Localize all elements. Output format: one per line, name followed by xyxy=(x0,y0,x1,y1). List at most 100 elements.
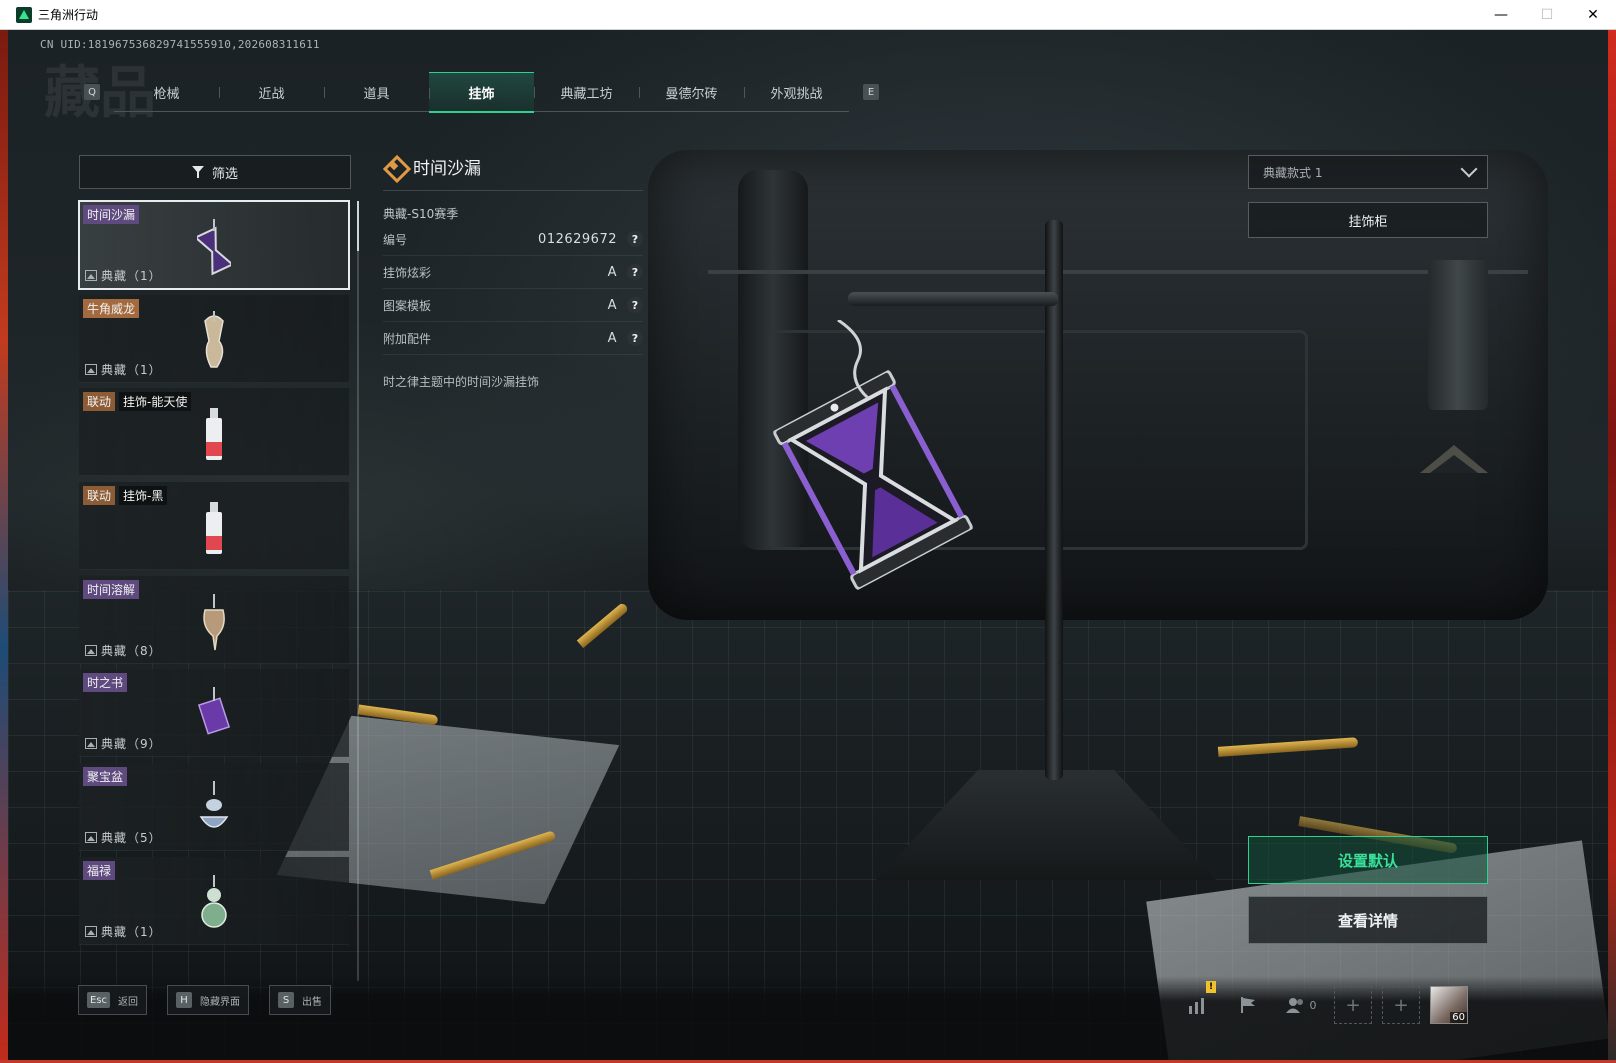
item-tag: 福禄 xyxy=(83,860,116,880)
filter-icon xyxy=(191,166,204,178)
window-title: 三角洲行动 xyxy=(38,8,99,22)
detail-header: 时间沙漏 xyxy=(383,148,643,184)
key-label: 返回 xyxy=(118,996,139,1008)
list-scrollbar-track[interactable] xyxy=(357,201,359,981)
key-cap: H xyxy=(176,992,193,1008)
style-select-value: 典藏款式 1 xyxy=(1263,165,1323,180)
image-icon xyxy=(85,738,97,750)
help-icon[interactable]: ? xyxy=(627,264,643,280)
display-stand-arm xyxy=(848,292,1058,306)
detail-row-pattern: 图案模板 A ? xyxy=(383,289,643,322)
item-tag-row: 时间溶解 xyxy=(83,579,140,599)
list-scrollbar-thumb[interactable] xyxy=(357,201,359,251)
stats-icon[interactable]: ! xyxy=(1178,981,1218,1025)
help-icon[interactable]: ? xyxy=(627,231,643,247)
charm-list-item[interactable]: 福禄 典藏（1） xyxy=(79,856,349,945)
charm-detail-panel: 时间沙漏 典藏-S10赛季 编号 012629672 ? 挂饰炫彩 A ? 图案… xyxy=(383,148,643,390)
item-tag: 时间溶解 xyxy=(83,579,140,599)
charm-thumbnail-icon xyxy=(197,685,231,745)
row-label: 编号 xyxy=(383,232,408,247)
bottom-key-hints: Esc 返回 H 隐藏界面 S 出售 xyxy=(78,985,332,1015)
social-tray: ! 0 + + 60 xyxy=(1178,981,1468,1025)
hourglass-charm-model[interactable] xyxy=(758,320,988,600)
charm-list-item[interactable]: 时间沙漏典藏（1） xyxy=(78,200,350,290)
case-latch xyxy=(1428,260,1488,410)
item-tag-row: 时间沙漏 xyxy=(83,205,140,224)
category-tabs: 枪械 近战 道具 挂饰 典藏工坊 曼德尔砖 外观挑战 xyxy=(114,72,849,113)
row-value: A xyxy=(607,264,617,280)
row-value: A xyxy=(607,330,617,346)
friends-button[interactable]: 0 xyxy=(1278,997,1324,1013)
category-tabbar: Q 枪械 近战 道具 挂饰 典藏工坊 曼德尔砖 外观挑战 E xyxy=(84,72,879,113)
item-tag: 联动 xyxy=(83,486,116,506)
filter-button[interactable]: 筛选 xyxy=(79,155,351,189)
item-footer: 典藏（1） xyxy=(85,361,162,378)
next-tab-key-hint[interactable]: E xyxy=(863,84,879,100)
minimize-button[interactable]: — xyxy=(1478,0,1524,30)
item-collection-count: 典藏（1） xyxy=(101,269,162,283)
charm-list-item[interactable]: 时间溶解典藏（8） xyxy=(79,575,349,664)
item-collection-count: 典藏（8） xyxy=(101,643,162,658)
item-collection-count: 典藏（5） xyxy=(101,831,162,846)
item-footer: 典藏（9） xyxy=(85,735,162,752)
tab-melee[interactable]: 近战 xyxy=(219,72,324,112)
detail-season: 典藏-S10赛季 xyxy=(383,207,459,221)
style-variant-select[interactable]: 典藏款式 1 xyxy=(1248,155,1488,189)
key-label: 隐藏界面 xyxy=(200,996,241,1008)
app-logo-icon xyxy=(16,6,32,23)
warning-badge: ! xyxy=(1206,981,1216,993)
row-value: A xyxy=(607,297,617,313)
item-tag-row: 时之书 xyxy=(83,673,128,693)
party-slot-1[interactable]: + xyxy=(1334,986,1372,1024)
case-seam xyxy=(708,270,1528,274)
item-footer: 典藏（1） xyxy=(85,267,162,284)
detail-description: 时之律主题中的时间沙漏挂饰 xyxy=(383,375,540,389)
rarity-diamond-icon xyxy=(383,155,405,177)
item-tag-row: 福禄 xyxy=(83,860,116,880)
tab-mandel-brick[interactable]: 曼德尔砖 xyxy=(639,72,744,112)
help-icon[interactable]: ? xyxy=(627,330,643,346)
window-titlebar: 三角洲行动 — ☐ ✕ xyxy=(0,0,1616,30)
close-button[interactable]: ✕ xyxy=(1570,0,1616,30)
row-value: 012629672 xyxy=(538,231,617,247)
detail-title: 时间沙漏 xyxy=(413,158,481,179)
tab-appearance-challenge[interactable]: 外观挑战 xyxy=(744,72,849,112)
charm-list-item[interactable]: 联动 挂饰-能天使 xyxy=(79,388,349,477)
item-tag: 牛角威龙 xyxy=(83,298,140,318)
item-tag-row: 联动 挂饰-能天使 xyxy=(83,392,192,412)
flag-icon[interactable] xyxy=(1228,985,1268,1025)
charm-list-item[interactable]: 时之书典藏（9） xyxy=(79,669,349,758)
item-tag: 挂饰-黑 xyxy=(119,486,168,506)
charm-thumbnail-icon xyxy=(197,498,231,558)
key-cap: S xyxy=(278,992,295,1008)
charm-list-item[interactable]: 联动 挂饰-黑 xyxy=(79,482,349,571)
prev-tab-key-hint[interactable]: Q xyxy=(84,84,100,100)
player-avatar[interactable]: 60 xyxy=(1430,986,1468,1024)
friends-icon xyxy=(1285,998,1303,1013)
view-details-button[interactable]: 查看详情 xyxy=(1248,896,1488,944)
tab-props[interactable]: 道具 xyxy=(324,72,429,112)
item-tag: 挂饰-能天使 xyxy=(119,392,192,412)
back-key-button[interactable]: Esc 返回 xyxy=(78,985,148,1015)
maximize-button[interactable]: ☐ xyxy=(1524,0,1570,30)
tab-charms[interactable]: 挂饰 xyxy=(429,72,534,113)
tab-guns[interactable]: 枪械 xyxy=(114,72,219,112)
key-label: 出售 xyxy=(302,996,323,1008)
hide-ui-key-button[interactable]: H 隐藏界面 xyxy=(167,985,250,1015)
help-icon[interactable]: ? xyxy=(627,297,643,313)
charm-cabinet-button[interactable]: 挂饰柜 xyxy=(1248,202,1488,238)
detail-row-serial: 编号 012629672 ? xyxy=(383,223,643,256)
sell-key-button[interactable]: S 出售 xyxy=(269,985,332,1015)
set-default-button[interactable]: 设置默认 xyxy=(1248,836,1488,884)
item-tag: 时间沙漏 xyxy=(83,205,140,224)
charm-list-item[interactable]: 聚宝盆典藏（5） xyxy=(79,763,349,852)
item-tag: 联动 xyxy=(83,392,116,412)
item-tag-row: 聚宝盆 xyxy=(83,767,128,787)
charm-thumbnail-icon xyxy=(197,873,231,933)
party-slot-2[interactable]: + xyxy=(1382,986,1420,1024)
charm-list-item[interactable]: 牛角威龙典藏（1） xyxy=(79,294,349,383)
game-viewport: 藏品 CN UID:181967536829741555910,20260831… xyxy=(8,30,1608,1060)
chevron-decal-icon xyxy=(1420,445,1488,473)
tab-workshop[interactable]: 典藏工坊 xyxy=(534,72,639,112)
item-tag-row: 牛角威龙 xyxy=(83,298,140,318)
